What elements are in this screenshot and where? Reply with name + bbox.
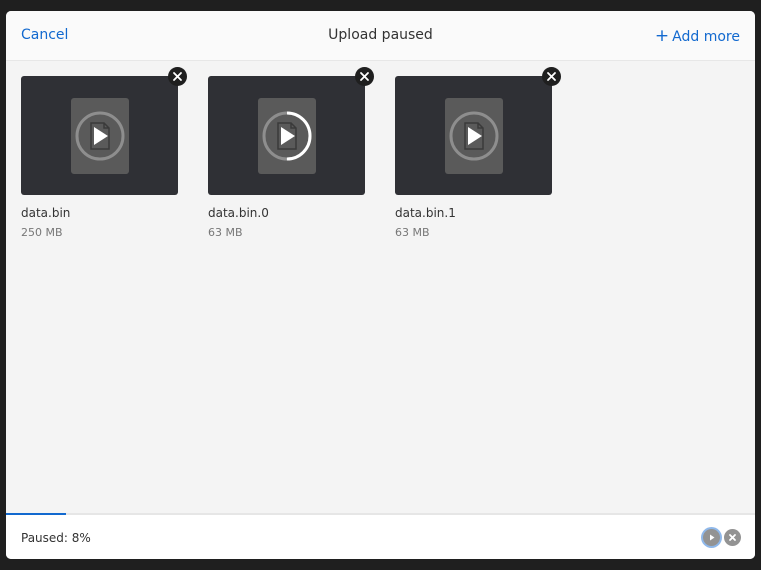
play-icon	[281, 127, 295, 145]
file-size: 250 MB	[21, 226, 63, 239]
close-icon	[729, 534, 736, 541]
file-name: data.bin.1	[395, 206, 456, 220]
remove-file-button[interactable]	[542, 67, 561, 86]
upload-dialog: Cancel Upload paused + Add more data.bin …	[6, 11, 755, 559]
file-preview	[445, 98, 503, 174]
cancel-all-button[interactable]	[724, 529, 741, 546]
file-name: data.bin.0	[208, 206, 269, 220]
status-bar: Paused: 8%	[6, 515, 755, 559]
dialog-title: Upload paused	[328, 27, 433, 43]
play-file-icon	[75, 111, 125, 161]
file-thumbnail	[208, 76, 365, 195]
play-icon	[94, 127, 108, 145]
status-text: Paused: 8%	[21, 531, 91, 545]
play-file-icon	[449, 111, 499, 161]
plus-icon: +	[654, 26, 670, 46]
file-preview	[258, 98, 316, 174]
close-icon	[173, 72, 182, 81]
file-thumbnail	[395, 76, 552, 195]
close-icon	[547, 72, 556, 81]
dialog-header: Cancel Upload paused + Add more	[6, 11, 755, 61]
file-name: data.bin	[21, 206, 71, 220]
resume-button[interactable]	[703, 529, 720, 546]
file-thumbnail	[21, 76, 178, 195]
remove-file-button[interactable]	[355, 67, 374, 86]
play-icon	[468, 127, 482, 145]
add-more-label: Add more	[672, 29, 740, 45]
play-icon	[710, 534, 715, 541]
file-preview	[71, 98, 129, 174]
close-icon	[360, 72, 369, 81]
add-more-button[interactable]: + Add more	[655, 26, 740, 46]
play-file-icon	[262, 111, 312, 161]
remove-file-button[interactable]	[168, 67, 187, 86]
file-size: 63 MB	[395, 226, 430, 239]
file-size: 63 MB	[208, 226, 243, 239]
